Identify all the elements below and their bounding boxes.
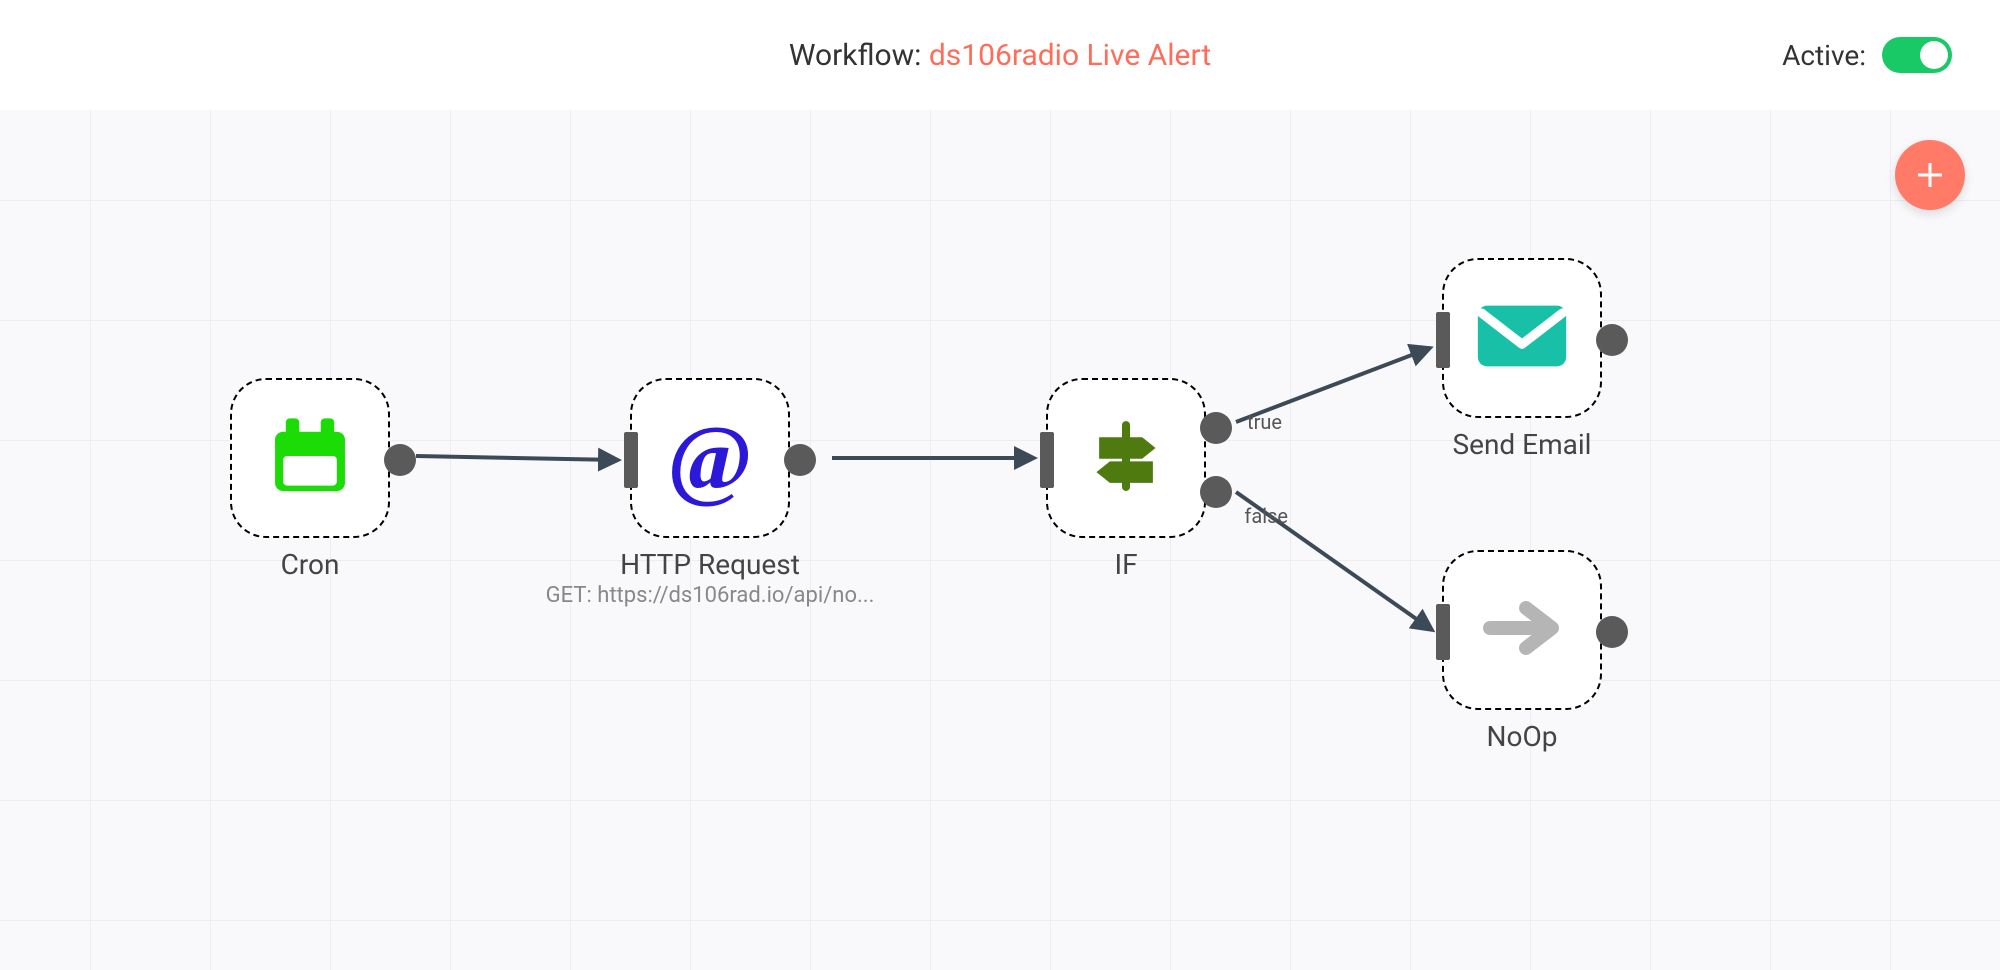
at-sign-icon: @ bbox=[667, 412, 753, 504]
node-cron-label: Cron bbox=[281, 548, 340, 581]
active-toggle[interactable] bbox=[1882, 37, 1952, 73]
header: Workflow: ds106radio Live Alert Active: bbox=[0, 0, 2000, 110]
node-if-box[interactable]: true false bbox=[1046, 378, 1206, 538]
node-cron[interactable]: Cron bbox=[230, 378, 390, 581]
node-if-label: IF bbox=[1114, 548, 1137, 581]
node-noop-label: NoOp bbox=[1487, 720, 1558, 753]
output-port[interactable] bbox=[784, 444, 816, 476]
calendar-icon bbox=[267, 413, 353, 503]
active-toggle-wrap: Active: bbox=[1782, 37, 1952, 73]
input-port[interactable] bbox=[1436, 604, 1450, 660]
node-http[interactable]: @ HTTP Request GET: https://ds106rad.io/… bbox=[630, 378, 790, 608]
node-noop-box[interactable] bbox=[1442, 550, 1602, 710]
node-if[interactable]: true false IF bbox=[1046, 378, 1206, 581]
envelope-icon bbox=[1476, 302, 1568, 374]
node-email-box[interactable] bbox=[1442, 258, 1602, 418]
active-label: Active: bbox=[1782, 39, 1866, 72]
node-http-box[interactable]: @ bbox=[630, 378, 790, 538]
workflow-title: Workflow: ds106radio Live Alert bbox=[789, 38, 1211, 73]
output-port[interactable] bbox=[1596, 324, 1628, 356]
add-node-button[interactable] bbox=[1895, 140, 1965, 210]
node-email-label: Send Email bbox=[1453, 428, 1592, 461]
edge-cron-http bbox=[416, 456, 618, 460]
signpost-icon bbox=[1083, 413, 1169, 503]
node-http-sublabel: GET: https://ds106rad.io/api/no... bbox=[546, 583, 875, 608]
node-http-label: HTTP Request bbox=[620, 548, 800, 581]
input-port[interactable] bbox=[1436, 312, 1450, 368]
output-port-true[interactable] bbox=[1200, 412, 1232, 444]
plus-icon bbox=[1912, 157, 1948, 193]
node-noop[interactable]: NoOp bbox=[1442, 550, 1602, 753]
workflow-canvas[interactable]: Cron @ HTTP Request GET: https://ds106ra… bbox=[0, 110, 2000, 970]
node-cron-box[interactable] bbox=[230, 378, 390, 538]
output-label-false: false bbox=[1244, 504, 1288, 528]
workflow-prefix: Workflow: bbox=[789, 38, 929, 73]
output-port-false[interactable] bbox=[1200, 476, 1232, 508]
output-label-true: true bbox=[1247, 410, 1282, 434]
workflow-name[interactable]: ds106radio Live Alert bbox=[929, 38, 1211, 73]
node-send-email[interactable]: Send Email bbox=[1442, 258, 1602, 461]
toggle-knob bbox=[1920, 41, 1948, 69]
output-port[interactable] bbox=[1596, 616, 1628, 648]
input-port[interactable] bbox=[1040, 432, 1054, 488]
arrow-right-icon bbox=[1482, 598, 1562, 662]
output-port[interactable] bbox=[384, 444, 416, 476]
input-port[interactable] bbox=[624, 432, 638, 488]
